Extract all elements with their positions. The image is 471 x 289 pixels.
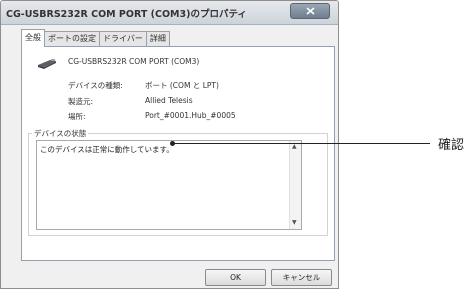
ok-button[interactable]: OK <box>205 269 266 286</box>
device-status-textbox[interactable]: このデバイスは正常に動作しています。 ▲ ▼ <box>36 140 302 230</box>
scroll-up-arrow-icon[interactable]: ▲ <box>292 143 297 151</box>
close-button[interactable] <box>290 3 330 19</box>
device-status-group-label: デバイスの状態 <box>32 128 89 139</box>
tab-driver[interactable]: ドライバー <box>99 31 147 47</box>
title-bar: CG-USBRS232R COM PORT (COM3)のプロパティ <box>1 1 338 25</box>
close-icon <box>305 7 315 15</box>
tab-general[interactable]: 全般 <box>21 29 45 47</box>
location-value: Port_#0001.Hub_#0005 <box>145 111 236 120</box>
device-type-label: デバイスの種類: <box>68 81 123 90</box>
usb-serial-device-icon <box>36 55 58 74</box>
callout-label: 確認 <box>438 138 465 153</box>
status-scrollbar[interactable]: ▲ ▼ <box>289 141 301 229</box>
callout-leader-line <box>173 143 430 144</box>
scroll-down-arrow-icon[interactable]: ▼ <box>292 219 297 227</box>
device-name: CG-USBRS232R COM PORT (COM3) <box>68 57 200 66</box>
tab-strip: 全般 ポートの設定 ドライバー 詳細 <box>21 29 170 47</box>
location-label: 場所: <box>68 112 86 121</box>
manufacturer-value: Allied Telesis <box>145 96 193 105</box>
device-status-text: このデバイスは正常に動作しています。 <box>40 145 174 154</box>
manufacturer-label: 製造元: <box>68 97 94 106</box>
cancel-button[interactable]: キャンセル <box>271 269 332 286</box>
device-type-value: ポート (COM と LPT) <box>145 81 219 90</box>
tab-details[interactable]: 詳細 <box>145 31 170 47</box>
window-title: CG-USBRS232R COM PORT (COM3)のプロパティ <box>6 9 247 20</box>
tab-port-settings[interactable]: ポートの設定 <box>44 31 100 47</box>
